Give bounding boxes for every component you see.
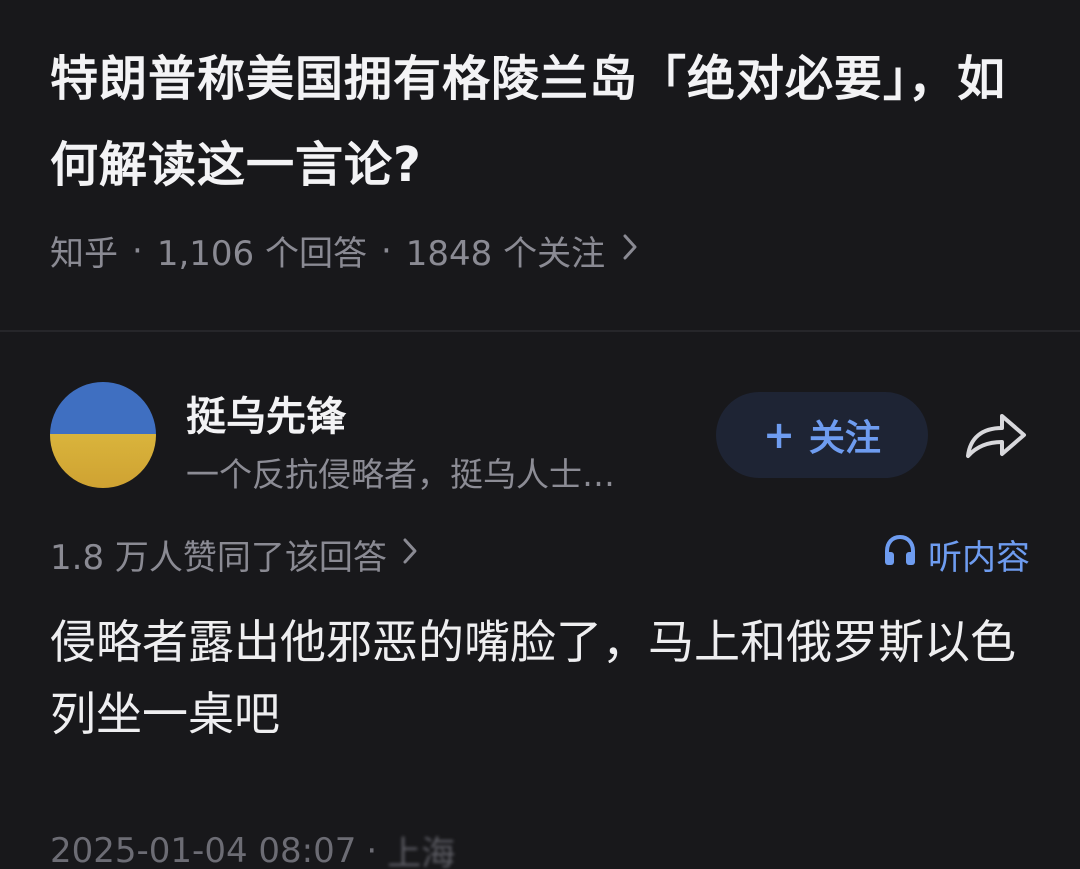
plus-icon: + xyxy=(763,413,795,457)
listen-label: 听内容 xyxy=(928,538,1030,578)
location-text: 上海 xyxy=(387,834,456,869)
share-icon[interactable] xyxy=(960,404,1032,464)
follow-button[interactable]: + 关注 xyxy=(716,392,928,478)
question-title[interactable]: 特朗普称美国拥有格陵兰岛「绝对必要」，如何解读这一言论? xyxy=(50,36,1030,208)
section-divider xyxy=(0,330,1080,332)
headphones-icon xyxy=(882,533,928,576)
chevron-right-icon xyxy=(401,535,419,575)
author-name[interactable]: 挺乌先锋 xyxy=(186,384,346,442)
meta-separator: · xyxy=(366,830,378,869)
chevron-right-icon xyxy=(621,231,639,271)
meta-separator: · xyxy=(380,230,392,271)
question-header[interactable]: 特朗普称美国拥有格陵兰岛「绝对必要」，如何解读这一言论? 知乎 · 1,106 … xyxy=(50,36,1030,274)
question-meta[interactable]: 知乎 · 1,106 个回答 · 1848 个关注 xyxy=(50,226,639,275)
answer-timestamp: 2025-01-04 08:07 · 上海 xyxy=(50,826,455,869)
listen-button[interactable]: 听内容 xyxy=(882,530,1030,579)
source-label: 知乎 xyxy=(50,234,118,274)
timestamp-text: 2025-01-04 08:07 xyxy=(50,830,357,869)
follow-count: 1848 个关注 xyxy=(405,234,606,274)
avatar[interactable] xyxy=(50,382,156,488)
answer-page: 特朗普称美国拥有格陵兰岛「绝对必要」，如何解读这一言论? 知乎 · 1,106 … xyxy=(0,0,1080,869)
answer-content[interactable]: 侵略者露出他邪恶的嘴脸了，马上和俄罗斯以色列坐一桌吧 xyxy=(50,606,1040,750)
vote-text: 1.8 万人赞同了该回答 xyxy=(50,538,387,578)
author-bio: 一个反抗侵略者，挺乌人士… xyxy=(186,455,615,494)
follow-label: 关注 xyxy=(808,418,881,459)
vote-count[interactable]: 1.8 万人赞同了该回答 xyxy=(50,530,419,579)
meta-separator: · xyxy=(132,230,143,271)
answer-count: 1,106 个回答 xyxy=(156,234,367,274)
